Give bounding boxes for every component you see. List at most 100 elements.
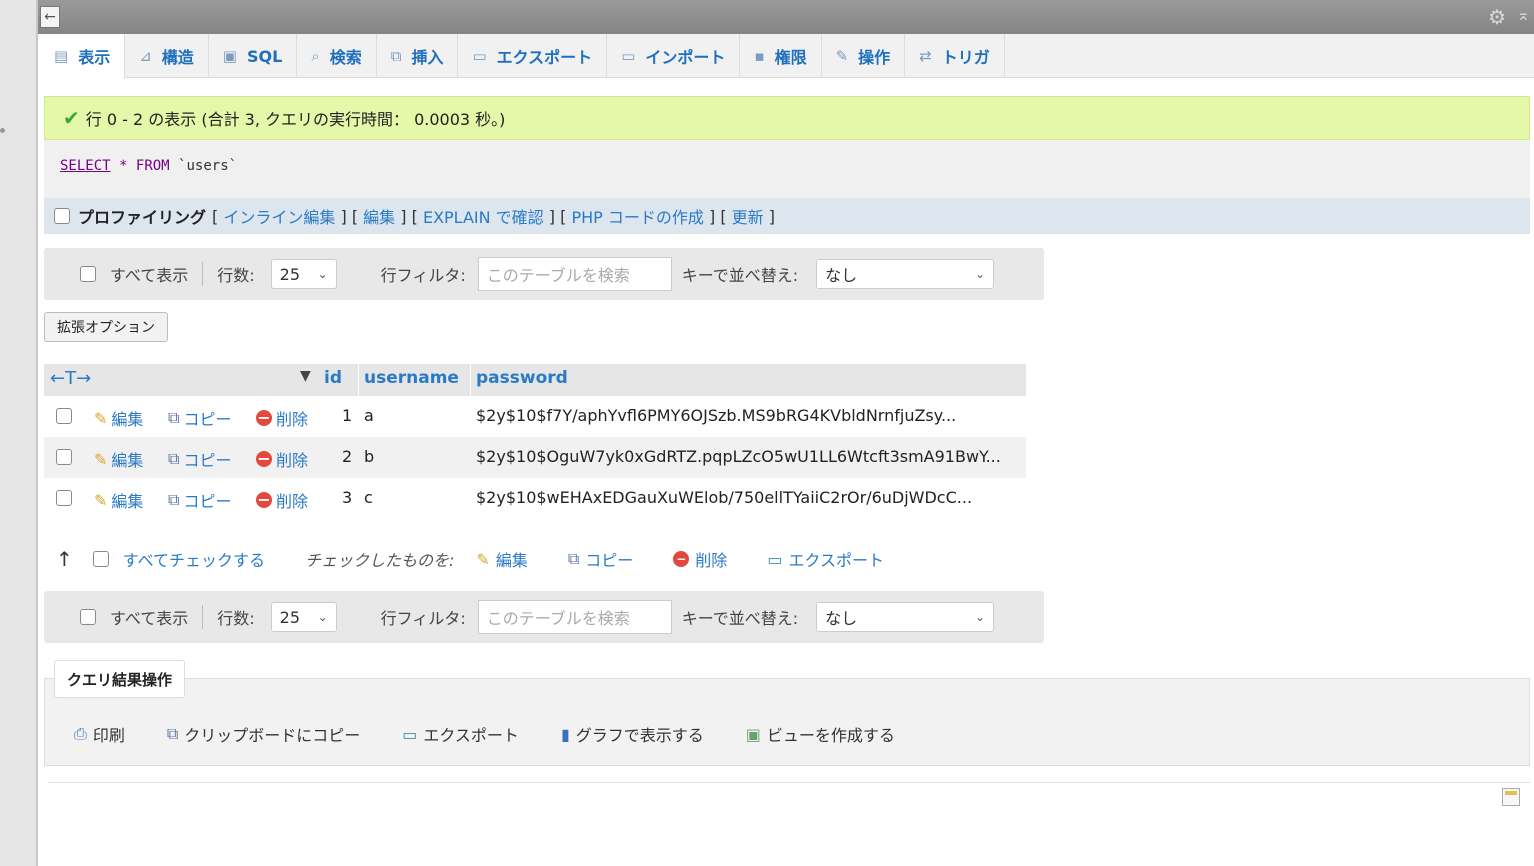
tab-label: 表示 [78, 48, 111, 67]
filter-input[interactable]: このテーブルを検索 [477, 257, 672, 291]
row-checkbox[interactable] [56, 408, 72, 424]
print-icon: ⎙ [74, 724, 87, 743]
profiling-checkbox[interactable] [54, 208, 70, 224]
copy-icon: ⧉ [567, 549, 580, 568]
inline-edit-link[interactable]: インライン編集 [223, 204, 335, 228]
cell-username[interactable]: b [364, 447, 374, 466]
sql-from-keyword: FROM [135, 158, 170, 174]
sql-select-keyword[interactable]: SELECT [60, 158, 111, 174]
query-results-actions: ⎙ 印刷 ⧉ クリップボードにコピー ▭ エクスポート ▮ グラフで表示する ▣ ビューを… [74, 722, 937, 746]
sort-select[interactable]: なし ⌄ [816, 259, 995, 289]
rows-select[interactable]: 25 ⌄ [270, 602, 337, 632]
filter-input[interactable]: このテーブルを検索 [477, 600, 672, 634]
sort-value: なし [825, 266, 858, 285]
sort-label: キーで並べ替え: [681, 266, 799, 285]
tab-privileges[interactable]: ▪ 権限 [740, 34, 822, 78]
row-copy-button[interactable]: ⧉ コピー [168, 447, 231, 471]
chevron-down-icon: ⌄ [317, 610, 328, 624]
wrench-icon: ✎ [835, 47, 849, 65]
cell-password[interactable]: $2y$10$f7Y/aphYvfl6PMY6OJSzb.MS9bRG4KVbl… [476, 406, 956, 425]
copy-icon: ⧉ [168, 449, 180, 468]
bulk-label: コピー [585, 551, 634, 570]
row-copy-button[interactable]: ⧉ コピー [168, 488, 231, 512]
rows-value: 25 [279, 607, 301, 627]
delete-icon: − [256, 408, 272, 427]
tab-search[interactable]: ⌕ 検索 [297, 34, 377, 78]
bulk-export-button[interactable]: ▭ エクスポート [767, 547, 884, 571]
tab-insert[interactable]: ⧉ 挿入 [377, 34, 459, 78]
tab-import[interactable]: ▭ インポート [607, 34, 741, 78]
with-selected-label: チェックしたものを: [305, 551, 455, 570]
cell-id[interactable]: 2 [342, 447, 352, 466]
column-header-password[interactable]: password [476, 368, 568, 388]
delete-icon: − [256, 449, 272, 468]
pencil-icon: ✎ [94, 490, 108, 510]
check-all-checkbox[interactable] [92, 551, 109, 567]
check-all-link[interactable]: すべてチェックする [123, 547, 265, 571]
top-bar: ← ⚙ ⌅ [38, 0, 1534, 34]
console-toggle-icon[interactable] [1502, 788, 1520, 806]
action-label: 削除 [276, 451, 309, 470]
show-all-checkbox[interactable] [80, 609, 96, 625]
row-checkbox[interactable] [56, 490, 72, 506]
qr-label: エクスポート [423, 726, 519, 745]
row-copy-button[interactable]: ⧉ コピー [168, 406, 231, 430]
explain-link[interactable]: EXPLAIN で確認 [423, 204, 544, 228]
refresh-link[interactable]: 更新 [732, 204, 764, 228]
sort-label: キーで並べ替え: [681, 609, 799, 628]
column-header-username[interactable]: username [364, 368, 459, 388]
sql-icon: ▣ [222, 47, 237, 65]
sort-triangle-icon[interactable]: ▼ [300, 368, 311, 384]
back-arrow-icon[interactable]: ← [40, 6, 60, 28]
rows-select[interactable]: 25 ⌄ [270, 259, 337, 289]
copy-to-clipboard-button[interactable]: ⧉ クリップボードにコピー [167, 722, 360, 746]
column-arrows-icon[interactable]: ←T→ [50, 368, 91, 389]
row-edit-button[interactable]: ✎ 編集 [94, 447, 143, 471]
tab-triggers[interactable]: ⇄ トリガ [905, 34, 1005, 78]
bracket: [ [560, 206, 567, 226]
row-edit-button[interactable]: ✎ 編集 [94, 488, 143, 512]
extended-options-button[interactable]: 拡張オプション [44, 312, 168, 342]
bulk-delete-button[interactable]: − 削除 [673, 547, 727, 571]
tab-browse[interactable]: ▤ 表示 [40, 34, 126, 78]
row-delete-button[interactable]: − 削除 [256, 488, 308, 512]
display-chart-button[interactable]: ▮ グラフで表示する [561, 722, 704, 746]
tab-operations[interactable]: ✎ 操作 [822, 34, 906, 78]
edit-link[interactable]: 編集 [363, 204, 395, 228]
action-label: コピー [183, 410, 232, 429]
cell-id[interactable]: 1 [342, 406, 352, 425]
column-header-id[interactable]: id [324, 368, 342, 388]
structure-icon: ⊿ [139, 47, 152, 65]
tab-sql[interactable]: ▣ SQL [209, 34, 298, 78]
show-all-checkbox[interactable] [80, 266, 96, 282]
sql-star: * [119, 158, 128, 174]
cell-username[interactable]: c [364, 488, 373, 507]
cell-password[interactable]: $2y$10$OguW7yk0xGdRTZ.pqpLZcO5wU1LL6Wtcf… [476, 447, 1001, 466]
cell-username[interactable]: a [364, 406, 374, 425]
export-button[interactable]: ▭ エクスポート [402, 722, 519, 746]
row-delete-button[interactable]: − 削除 [256, 447, 308, 471]
divider [48, 782, 1530, 783]
tab-export[interactable]: ▭ エクスポート [458, 34, 608, 78]
print-button[interactable]: ⎙ 印刷 [74, 722, 125, 746]
php-code-link[interactable]: PHP コードの作成 [571, 204, 703, 228]
chevron-down-icon: ⌄ [317, 267, 328, 281]
sort-select[interactable]: なし ⌄ [816, 602, 995, 632]
bracket: [ [212, 206, 219, 226]
row-edit-button[interactable]: ✎ 編集 [94, 406, 143, 430]
cell-id[interactable]: 3 [342, 488, 352, 507]
create-view-button[interactable]: ▣ ビューを作成する [746, 722, 895, 746]
tab-structure[interactable]: ⊿ 構造 [125, 34, 209, 78]
bulk-copy-button[interactable]: ⧉ コピー [568, 547, 633, 571]
bulk-edit-button[interactable]: ✎ 編集 [476, 547, 527, 571]
qr-label: グラフで表示する [575, 726, 704, 745]
table-header: ←T→ ▼ id username password [44, 364, 1026, 396]
cell-password[interactable]: $2y$10$wEHAxEDGauXuWElob/750ellTYaiiC2rO… [476, 488, 972, 507]
sidebar-handle[interactable] [0, 128, 5, 133]
table-row: ✎ 編集 ⧉ コピー − 削除 1 a $2y$10$f7Y/aphYvfl6PMY6… [44, 396, 1026, 437]
row-checkbox[interactable] [56, 449, 72, 465]
gear-icon[interactable]: ⚙ [1488, 5, 1506, 29]
collapse-icon[interactable]: ⌅ [1517, 5, 1530, 24]
row-delete-button[interactable]: − 削除 [256, 406, 308, 430]
bracket: [ [720, 206, 727, 226]
